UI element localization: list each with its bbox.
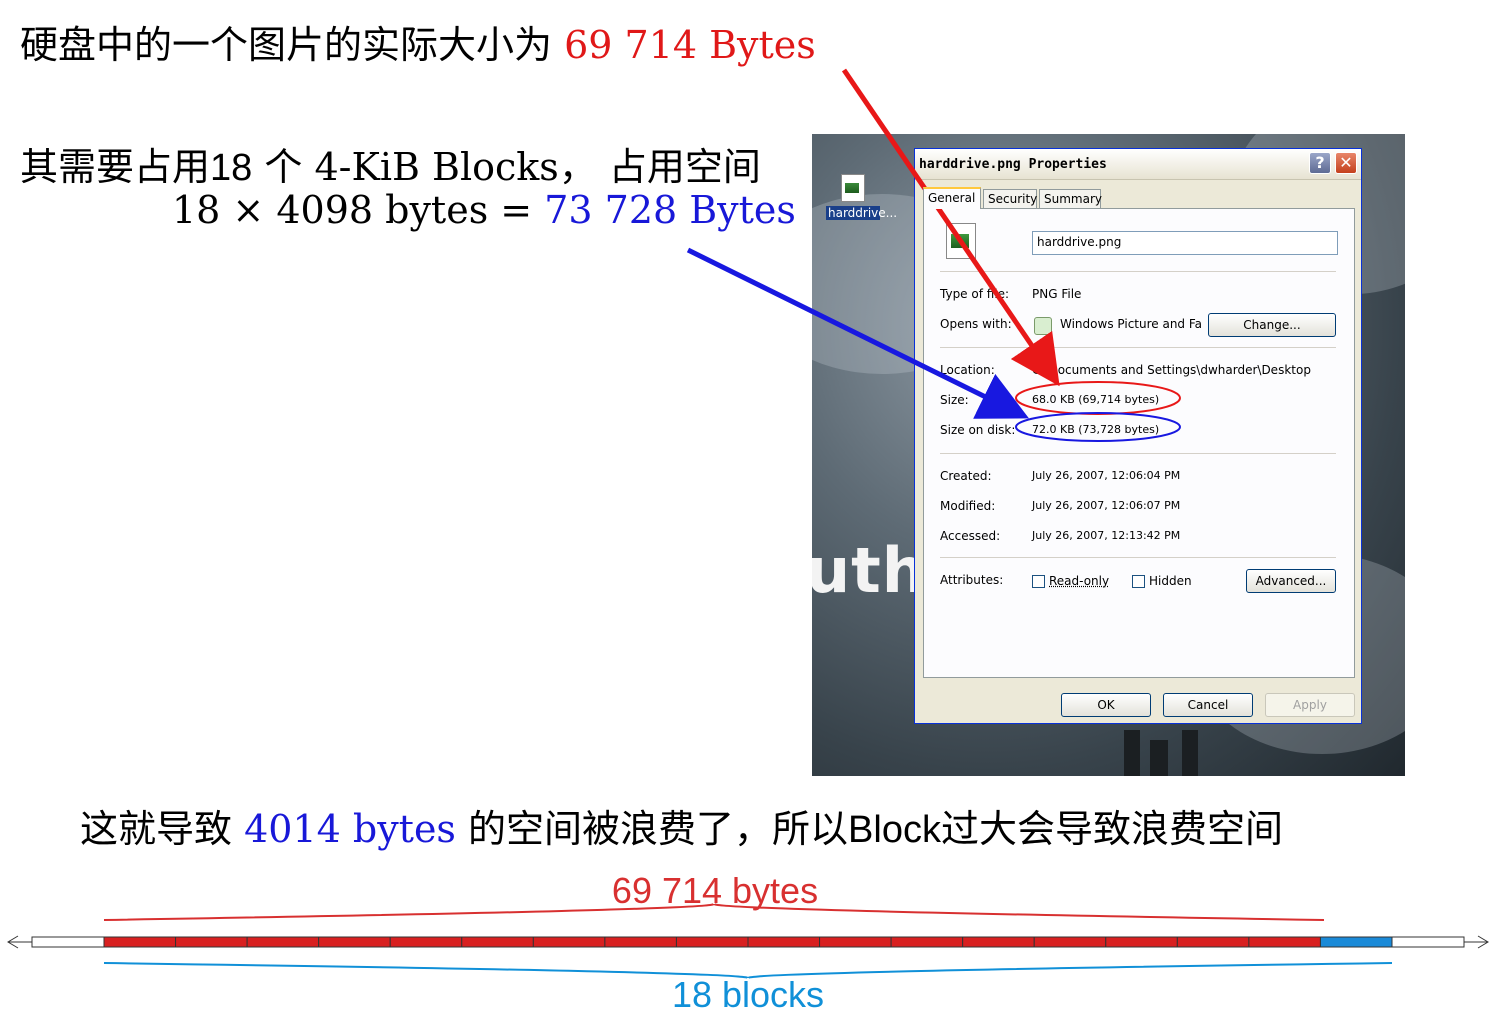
used-block bbox=[246, 936, 320, 948]
block-diagram bbox=[7, 903, 1489, 979]
used-block bbox=[604, 936, 677, 948]
used-block bbox=[962, 936, 1035, 948]
used-block bbox=[461, 936, 534, 948]
used-block bbox=[675, 936, 749, 948]
used-block bbox=[819, 936, 892, 948]
block-strip bbox=[7, 935, 1489, 949]
used-block bbox=[1105, 936, 1178, 948]
used-block bbox=[1033, 936, 1107, 948]
size-on-disk-highlight-oval bbox=[1015, 412, 1181, 442]
used-block bbox=[103, 936, 177, 948]
used-block bbox=[890, 936, 964, 948]
partial-block bbox=[1319, 936, 1393, 948]
unused-space bbox=[1391, 936, 1465, 948]
unused-space bbox=[31, 936, 105, 948]
conclusion-prefix: 这就导致 bbox=[80, 807, 245, 851]
used-block bbox=[318, 936, 391, 948]
bytes-brace bbox=[103, 903, 1325, 921]
size-highlight-oval bbox=[1015, 381, 1181, 415]
used-block bbox=[1248, 936, 1321, 948]
blue-arrow bbox=[686, 247, 1029, 419]
used-block bbox=[1176, 936, 1250, 948]
conclusion-suffix: 过大会导致浪费空间 bbox=[940, 807, 1283, 851]
used-block bbox=[747, 936, 821, 948]
used-block bbox=[389, 936, 463, 948]
wasted-bytes-value: 4014 bytes bbox=[244, 807, 456, 851]
blocks-label: 18 blocks bbox=[671, 974, 825, 1015]
tab-general[interactable]: General bbox=[923, 187, 981, 209]
red-arrow bbox=[841, 68, 1060, 387]
annotation-overlay bbox=[686, 68, 1181, 442]
conclusion-middle: 的空间被浪费了，所以 bbox=[455, 807, 849, 851]
conclusion-text: 这就导致 4014 bytes 的空间被浪费了，所以Block过大会导致浪费空间 bbox=[80, 798, 1283, 853]
used-block bbox=[175, 936, 248, 948]
used-block bbox=[532, 936, 606, 948]
block-word: Block bbox=[848, 809, 941, 851]
